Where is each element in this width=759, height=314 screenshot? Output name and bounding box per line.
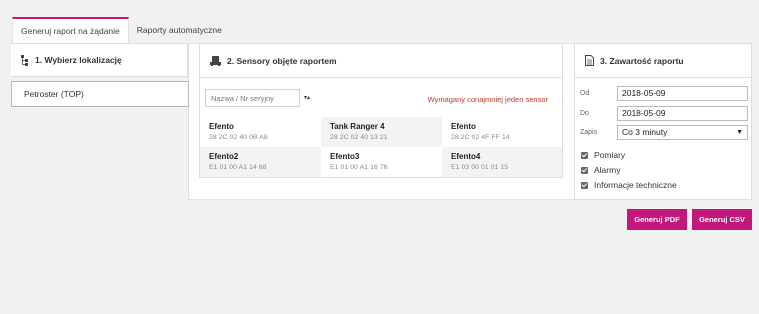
interval-select-value: Co 3 minuty [622,127,668,137]
interval-select[interactable]: Co 3 minuty ▼ [617,125,748,140]
location-panel-title: 1. Wybierz lokalizację [35,55,122,65]
sensor-name: Efento4 [451,152,481,161]
sensors-panel: 2. Sensory objęte raportem ▾▴ Wymagany c… [199,43,563,178]
sensor-serial: 28 2C 02 4F FF 14 [451,134,510,141]
sensor-name: Efento3 [330,152,360,161]
location-panel: 1. Wybierz lokalizację Petroster (TOP) [11,43,189,200]
checkbox-checked-icon [581,181,588,189]
checkbox-alarms[interactable]: Alarmy [581,165,620,175]
interval-row: Zapis Co 3 minuty ▼ [580,125,748,140]
sensor-name: Efento [451,122,476,131]
checkbox-checked-icon [581,166,588,174]
checkbox-label: Pomiary [594,150,626,160]
date-from-input[interactable]: 2018-05-09 [617,86,748,101]
location-panel-header: 1. Wybierz lokalizację [11,43,188,77]
date-to-row: Do 2018-05-09 [580,106,748,121]
checkbox-label: Informacje techniczne [594,180,677,190]
tab-on-demand-report[interactable]: Generuj raport na żądanie [12,17,129,43]
sensor-name: Efento [209,122,234,131]
report-content-panel-title: 3. Zawartość raportu [600,55,684,66]
report-content-panel-header: 3. Zawartość raportu [575,44,751,78]
sensor-serial: E1 01 00 A1 16 76 [330,164,388,171]
sensor-item[interactable]: Efento4 E1 03 00 01 01 15 [442,147,562,177]
location-item[interactable]: Petroster (TOP) [11,81,189,107]
checkbox-measurements[interactable]: Pomiary [581,150,625,160]
generate-csv-button[interactable]: Generuj CSV [692,209,752,230]
interval-label: Zapis [580,129,598,136]
hierarchy-icon [21,54,29,66]
sensor-search-input[interactable] [205,89,300,107]
sensor-serial: E1 01 00 A1 14 68 [209,164,267,171]
generate-pdf-button[interactable]: Generuj PDF [627,209,687,230]
checkbox-technical-info[interactable]: Informacje techniczne [581,180,677,190]
sensor-item[interactable]: Tank Ranger 4 28 2C 02 40 13 21 [321,117,442,147]
report-content-panel: 3. Zawartość raportu Od 2018-05-09 Do 20… [574,43,752,200]
chevron-down-icon: ▼ [736,129,743,136]
sensor-item[interactable]: Efento2 E1 01 00 A1 14 68 [200,147,321,177]
sensor-icon [210,55,221,66]
sensor-name: Efento2 [209,152,239,161]
checkbox-checked-icon [581,151,588,159]
document-icon [585,55,594,66]
sensor-item[interactable]: Efento 28 2C 02 40 0B A8 [200,117,321,147]
date-to-label: Do [580,110,589,117]
sensor-serial: 28 2C 02 40 0B A8 [209,134,268,141]
sensors-panel-header: 2. Sensory objęte raportem [200,44,562,78]
sensor-item[interactable]: Efento3 E1 01 00 A1 16 76 [321,147,442,177]
date-to-input[interactable]: 2018-05-09 [617,106,748,121]
sensor-search: ▾▴ [205,89,310,107]
required-sensor-message: Wymagany conajmniej jeden sensor [427,95,548,104]
tab-automatic-reports[interactable]: Raporty automatyczne [129,17,230,43]
sensor-name: Tank Ranger 4 [330,122,385,131]
sensor-grid: Efento 28 2C 02 40 0B A8 Tank Ranger 4 2… [200,117,562,177]
sort-icon[interactable]: ▾▴ [304,95,310,101]
checkbox-label: Alarmy [594,165,621,175]
sensors-panel-title: 2. Sensory objęte raportem [227,55,337,66]
sensor-serial: 28 2C 02 40 13 21 [330,134,388,141]
sensor-serial: E1 03 00 01 01 15 [451,164,509,171]
date-from-row: Od 2018-05-09 [580,86,748,101]
date-from-label: Od [580,90,590,97]
tab-bar: Generuj raport na żądanie Raporty automa… [12,17,230,43]
sensor-item[interactable]: Efento 28 2C 02 4F FF 14 [442,117,562,147]
